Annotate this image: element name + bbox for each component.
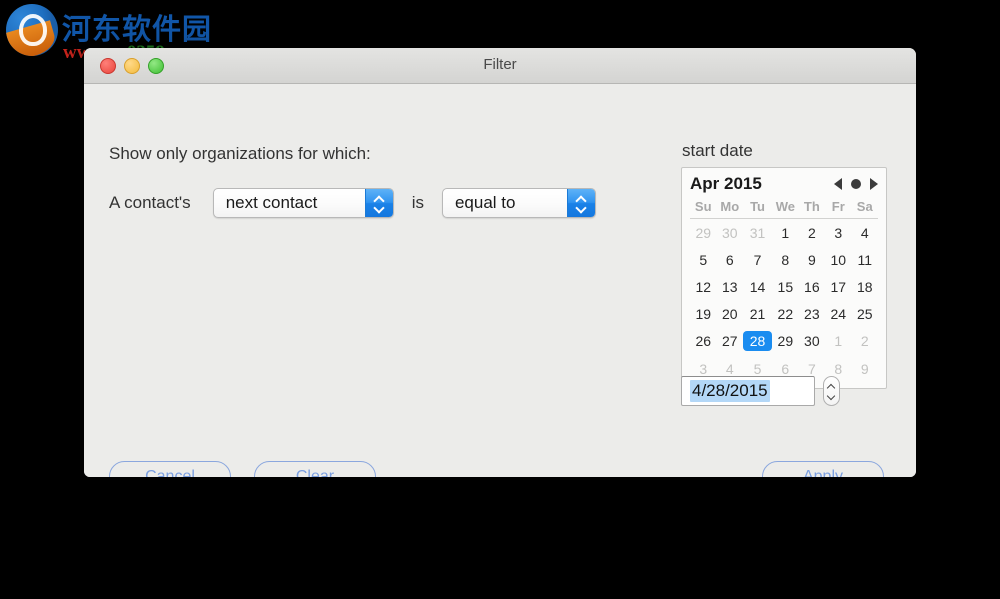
filter-prompt: Show only organizations for which: bbox=[109, 144, 371, 163]
calendar-weekday: Mo bbox=[716, 198, 744, 219]
calendar-day[interactable]: 6 bbox=[716, 246, 743, 273]
calendar-week-row: 5 6 7 8 9 10 11 bbox=[690, 246, 878, 273]
calendar-day[interactable]: 26 bbox=[690, 327, 716, 355]
calendar-day[interactable]: 4 bbox=[852, 219, 879, 247]
filled-circle-icon[interactable] bbox=[851, 179, 861, 189]
calendar-day[interactable]: 21 bbox=[743, 300, 772, 327]
dialog-title: Filter bbox=[483, 56, 517, 73]
calendar-day[interactable]: 19 bbox=[690, 300, 716, 327]
calendar-day[interactable]: 25 bbox=[852, 300, 879, 327]
calendar-day[interactable]: 13 bbox=[716, 273, 743, 300]
calendar-weekday: Su bbox=[690, 198, 717, 219]
calendar-day[interactable]: 27 bbox=[716, 327, 743, 355]
up-down-chevron-icon[interactable] bbox=[364, 189, 393, 217]
calendar-day[interactable]: 15 bbox=[772, 273, 799, 300]
calendar-weekday: Fr bbox=[825, 198, 852, 219]
calendar-day[interactable]: 12 bbox=[690, 273, 716, 300]
cancel-button[interactable]: Cancel bbox=[109, 461, 231, 477]
calendar-weekday: Th bbox=[798, 198, 826, 219]
watermark-site-name: 河东软件园 bbox=[62, 12, 213, 46]
calendar-week-row: 26 27 28 29 30 1 2 bbox=[690, 327, 878, 355]
calendar-day[interactable]: 24 bbox=[825, 300, 851, 327]
dialog-titlebar[interactable]: Filter bbox=[84, 48, 916, 84]
calendar-day[interactable]: 16 bbox=[799, 273, 825, 300]
calendar-day[interactable]: 30 bbox=[799, 327, 825, 355]
calendar-day[interactable]: 7 bbox=[743, 246, 772, 273]
dialog-body: Show only organizations for which: A con… bbox=[84, 84, 916, 477]
calendar-day[interactable]: 23 bbox=[799, 300, 825, 327]
calendar-day[interactable]: 5 bbox=[690, 246, 716, 273]
up-down-chevron-icon[interactable] bbox=[566, 189, 595, 217]
subject-label: A contact's bbox=[109, 193, 191, 212]
calendar-day-rows: 29 30 31 1 2 3 4 5 6 7 8 9 10 11 12 13 14 15 16 17 18 19 20 21 2… bbox=[690, 219, 878, 383]
calendar-day[interactable]: 9 bbox=[799, 246, 825, 273]
triangle-right-icon[interactable] bbox=[870, 178, 878, 190]
triangle-left-icon[interactable] bbox=[834, 178, 842, 190]
date-input-row: 4/28/2015 bbox=[681, 376, 840, 406]
calendar-day[interactable]: 22 bbox=[772, 300, 799, 327]
start-date-label: start date bbox=[682, 141, 753, 160]
calendar-day[interactable]: 11 bbox=[852, 246, 879, 273]
calendar-day[interactable]: 31 bbox=[743, 219, 772, 247]
calendar-day[interactable]: 30 bbox=[716, 219, 743, 247]
calendar-day[interactable]: 10 bbox=[825, 246, 851, 273]
comparator-select[interactable]: equal to bbox=[441, 188, 596, 218]
field-select[interactable]: next contact bbox=[212, 188, 394, 218]
field-select-value: next contact bbox=[225, 193, 318, 212]
calendar-day[interactable]: 1 bbox=[825, 327, 851, 355]
calendar-weekday: We bbox=[772, 198, 799, 219]
calendar-day[interactable]: 18 bbox=[852, 273, 879, 300]
calendar-day[interactable]: 2 bbox=[852, 327, 879, 355]
chevron-up-icon[interactable] bbox=[827, 384, 836, 389]
clear-button[interactable]: Clear bbox=[254, 461, 376, 477]
filter-rule-row: A contact's next contact is equal to bbox=[109, 188, 596, 218]
calendar-day[interactable]: 9 bbox=[852, 355, 879, 382]
calendar-week-row: 29 30 31 1 2 3 4 bbox=[690, 219, 878, 247]
calendar-weekday: Sa bbox=[851, 198, 878, 219]
circular-brand-logo-icon bbox=[6, 4, 58, 56]
calendar-nav bbox=[834, 178, 878, 190]
chevron-down-icon[interactable] bbox=[827, 393, 836, 398]
calendar-day[interactable]: 17 bbox=[825, 273, 851, 300]
calendar-day-selected[interactable]: 28 bbox=[743, 327, 773, 355]
calendar-day[interactable]: 1 bbox=[772, 219, 799, 247]
apply-button[interactable]: Apply bbox=[762, 461, 884, 477]
date-input[interactable]: 4/28/2015 bbox=[681, 376, 815, 406]
calendar-weekday: Tu bbox=[743, 198, 773, 219]
calendar-day[interactable]: 29 bbox=[690, 219, 716, 247]
calendar-day[interactable]: 14 bbox=[743, 273, 772, 300]
calendar-month-title: Apr 2015 bbox=[690, 174, 762, 193]
calendar-weekday-row: Su Mo Tu We Th Fr Sa bbox=[690, 198, 878, 219]
calendar-grid: Su Mo Tu We Th Fr Sa 29 30 31 1 2 3 4 5 6 7 8 9 10 11 12 13 14… bbox=[690, 198, 878, 382]
date-stepper[interactable] bbox=[823, 376, 840, 406]
filter-dialog: Filter Show only organizations for which… bbox=[84, 48, 916, 477]
calendar-day[interactable]: 8 bbox=[772, 246, 799, 273]
calendar-day[interactable]: 20 bbox=[716, 300, 743, 327]
comparator-select-value: equal to bbox=[454, 193, 516, 212]
calendar-widget[interactable]: Apr 2015 Su Mo Tu We Th Fr Sa 29 30 31 1 2 3 4 5 6 7 8 9 1… bbox=[681, 167, 887, 389]
calendar-week-row: 12 13 14 15 16 17 18 bbox=[690, 273, 878, 300]
calendar-day[interactable]: 3 bbox=[825, 219, 851, 247]
date-input-value: 4/28/2015 bbox=[690, 380, 770, 402]
calendar-day[interactable]: 2 bbox=[799, 219, 825, 247]
calendar-header: Apr 2015 bbox=[690, 172, 878, 198]
calendar-week-row: 19 20 21 22 23 24 25 bbox=[690, 300, 878, 327]
calendar-day[interactable]: 29 bbox=[772, 327, 799, 355]
is-label: is bbox=[411, 193, 424, 212]
